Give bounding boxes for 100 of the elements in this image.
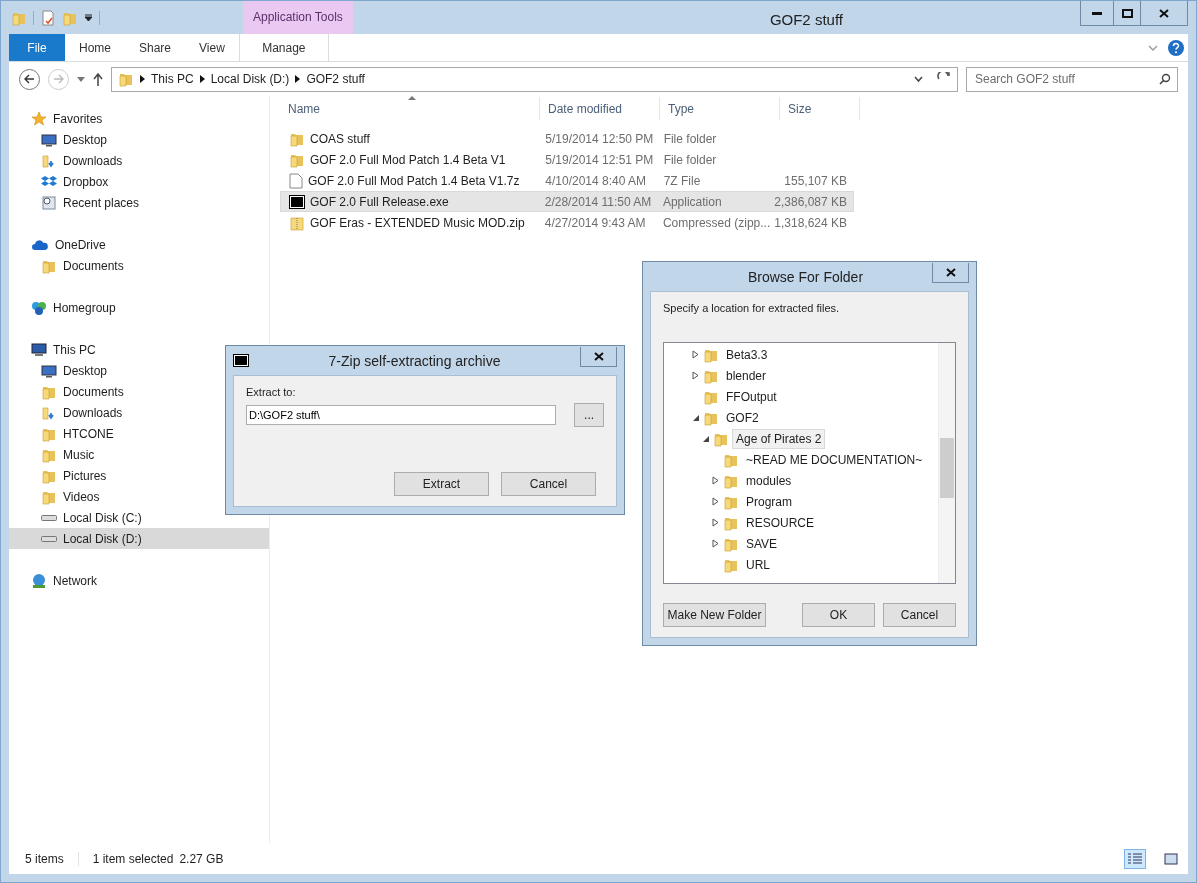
caret-icon[interactable] (77, 76, 85, 82)
document-icon (289, 172, 303, 189)
back-button[interactable] (19, 68, 40, 90)
breadcrumb-arrow-icon[interactable] (295, 75, 301, 83)
details-list-icon (1128, 853, 1142, 865)
tree-item[interactable]: URL (742, 554, 774, 575)
file-date: 2/28/2014 11:50 AM (544, 194, 652, 209)
expand-arrow-icon[interactable] (692, 371, 700, 380)
star-icon (31, 110, 47, 127)
nav-item[interactable]: Downloads (63, 153, 123, 168)
search-icon[interactable] (1159, 73, 1171, 85)
dialog-button[interactable]: Cancel (883, 603, 956, 627)
nav-item[interactable]: HTCONE (63, 426, 114, 441)
nav-item[interactable]: Local Disk (D:) (63, 531, 142, 546)
dropdown-icon[interactable] (84, 13, 93, 22)
folder-icon (118, 71, 134, 87)
file-type: Compressed (zipp... (662, 215, 771, 230)
close-button[interactable] (580, 346, 617, 367)
dialog-button[interactable]: Extract (394, 472, 489, 496)
breadcrumb[interactable]: This PC (151, 72, 194, 86)
file-date: 4/10/2014 8:40 AM (545, 173, 647, 188)
dialog-button[interactable]: Make New Folder (663, 603, 766, 627)
download-folder-icon (41, 152, 57, 169)
nav-item[interactable]: Favorites (53, 111, 103, 126)
nav-item[interactable]: OneDrive (55, 237, 106, 252)
column-header[interactable]: Name (280, 97, 540, 120)
nav-item[interactable]: Pictures (63, 468, 107, 483)
column-header[interactable]: Type (660, 97, 780, 120)
expand-arrow-icon[interactable] (712, 539, 720, 548)
tree-item[interactable]: Program (742, 491, 796, 512)
dialog-prompt: Specify a location for extracted files. (663, 302, 841, 314)
nav-item[interactable]: Local Disk (C:) (63, 510, 142, 525)
tree-item[interactable]: RESOURCE (742, 512, 818, 533)
collapse-arrow-icon[interactable] (702, 434, 710, 443)
tree-item[interactable]: blender (722, 365, 771, 386)
tree-item[interactable]: GOF2 (722, 407, 763, 428)
tree-item[interactable]: modules (742, 470, 796, 491)
file-size: 1,318,624 KB (774, 215, 847, 230)
breadcrumb-arrow-icon[interactable] (140, 75, 145, 83)
nav-item-highlight[interactable]: Local Disk (D:) (9, 528, 269, 549)
browse-button[interactable]: ... (574, 403, 604, 427)
close-button[interactable] (932, 262, 969, 283)
scrollbar[interactable] (938, 343, 955, 583)
nav-item[interactable]: Documents (63, 384, 124, 399)
ribbon-tab[interactable]: Manage (238, 34, 329, 61)
nav-item[interactable]: Desktop (63, 363, 108, 378)
file-name[interactable]: COAS stuff (310, 131, 370, 146)
help-icon[interactable] (1168, 39, 1184, 56)
file-name[interactable]: GOF 2.0 Full Mod Patch 1.4 Beta V1 (310, 152, 506, 167)
nav-item[interactable]: Desktop (63, 132, 108, 147)
file-name[interactable]: GOF 2.0 Full Mod Patch 1.4 Beta V1.7z (308, 173, 520, 188)
nav-item[interactable]: Videos (63, 489, 100, 504)
column-header[interactable]: Size (780, 97, 860, 120)
tree-item[interactable]: SAVE (742, 533, 782, 554)
file-size: 155,107 KB (784, 173, 847, 188)
file-name[interactable]: GOF Eras - EXTENDED Music MOD.zip (310, 215, 525, 230)
nav-item[interactable]: Downloads (63, 405, 123, 420)
search-field[interactable]: Search GOF2 stuff (966, 66, 1178, 92)
expand-arrow-icon[interactable] (712, 518, 720, 527)
path-input[interactable]: D:\GOF2 stuff\ (246, 405, 557, 425)
drive-icon (41, 535, 57, 542)
nav-item[interactable]: Homegroup (53, 300, 116, 315)
column-header[interactable]: Date modified (540, 97, 660, 120)
selected-row[interactable]: GOF 2.0 Full Release.exe 2/28/2014 11:50 AM Application 2,386,087 KB (280, 191, 854, 212)
dialog-title: 7-Zip self-extracting archive (327, 352, 502, 369)
dialog-button[interactable]: OK (802, 603, 875, 627)
tree-item[interactable]: Age of Pirates 2 (732, 428, 826, 449)
up-arrow-icon[interactable] (93, 72, 103, 86)
forward-arrow-icon (53, 74, 64, 84)
nav-item[interactable]: Network (53, 573, 97, 588)
selection-info: 1 item selected (92, 852, 174, 866)
address-bar[interactable]: This PC Local Disk (D:) GOF2 stuff (111, 66, 958, 92)
expand-arrow-icon[interactable] (712, 497, 720, 506)
file-name[interactable]: GOF 2.0 Full Release.exe (310, 194, 449, 209)
breadcrumb[interactable]: GOF2 stuff (306, 72, 365, 86)
nav-item[interactable]: Recent places (63, 195, 140, 210)
expand-arrow-icon[interactable] (712, 476, 720, 485)
nav-item[interactable]: Dropbox (63, 174, 109, 189)
collapse-arrow-icon[interactable] (692, 413, 700, 422)
file-menu-button[interactable]: File (9, 34, 65, 61)
dialog-button[interactable]: Cancel (501, 472, 596, 496)
item-count: 5 items (25, 852, 64, 866)
breadcrumb[interactable]: Local Disk (D:) (210, 72, 290, 86)
file-type: 7Z File (663, 173, 701, 188)
selection-size: 2.27 GB (179, 852, 224, 866)
tree-item[interactable]: Beta3.3 (722, 344, 772, 365)
breadcrumb-arrow-icon[interactable] (199, 75, 205, 83)
computer-icon (31, 341, 47, 358)
archive-app-icon (289, 194, 305, 209)
details-view-button[interactable] (1124, 849, 1146, 869)
file-type: File folder (663, 131, 717, 146)
tree-item[interactable]: FFOutput (722, 386, 781, 407)
nav-item[interactable]: Documents (63, 258, 124, 273)
expand-arrow-icon[interactable] (692, 350, 700, 359)
nav-item[interactable]: Music (63, 447, 95, 462)
nav-item[interactable]: This PC (53, 342, 96, 357)
properties-icon[interactable] (40, 9, 56, 26)
tree-item[interactable]: ~READ ME DOCUMENTATION~ (742, 449, 927, 470)
maximize-icon (1121, 8, 1133, 18)
chevron-down-icon[interactable] (914, 75, 923, 83)
